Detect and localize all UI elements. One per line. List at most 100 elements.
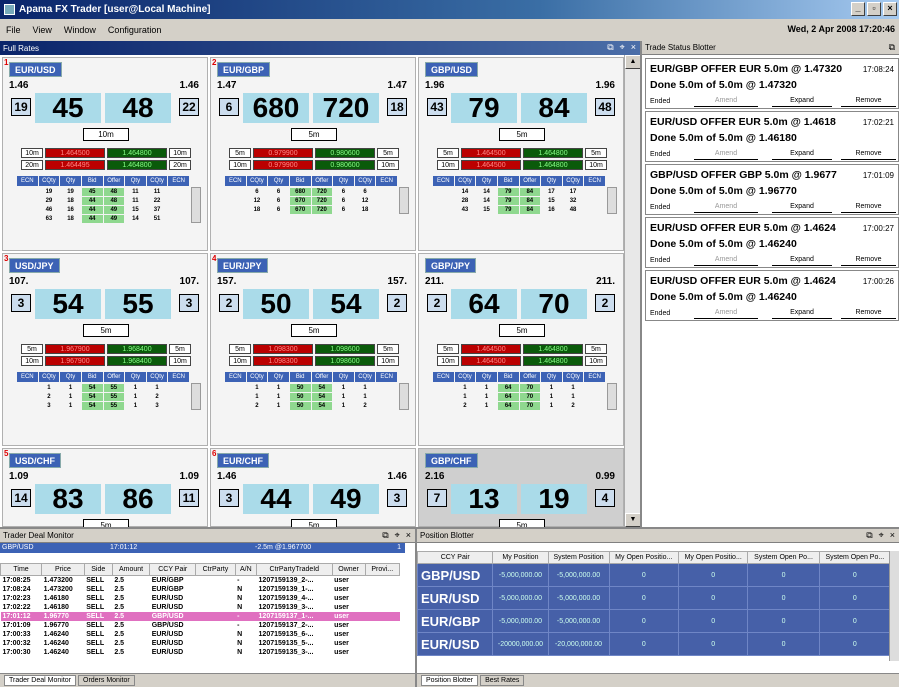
depth-scrollbar[interactable] [607,187,617,214]
amount-input[interactable]: 10m [83,128,129,141]
position-col-header[interactable]: System Open Po... [747,551,820,564]
bid-pip-box[interactable]: 2 [427,294,447,312]
menu-view[interactable]: View [33,25,52,35]
float-icon[interactable]: ⧉ [866,530,872,541]
close-icon[interactable]: × [890,530,895,541]
ask-price-button[interactable]: 55 [105,289,171,319]
ask-price-button[interactable]: 49 [313,484,379,514]
deal-col-header[interactable]: CtrParty [195,563,236,576]
bid-quote[interactable]: 1.098300 [253,356,313,366]
amend-button[interactable]: Amend [694,202,758,213]
remove-button[interactable]: Remove [841,255,896,266]
table-row[interactable]: 17:08:24 1.473200 SELL 2.5 EUR/GBP N 120715913… [1,585,400,594]
depth-row[interactable]: 2 1 50 54 1 2 [225,402,397,410]
table-row[interactable]: 17:01:12 1.96770 SELL 2.5 GBP/USD -1207159137… [0,611,400,621]
deal-col-header[interactable]: Time [0,563,43,576]
tab-position-blotter[interactable]: Position Blotter [421,675,479,686]
quote-size[interactable]: 10m [21,356,43,366]
ask-quote[interactable]: 1.098600 [315,344,375,354]
position-col-header[interactable]: My Position [492,551,549,564]
bid-price-button[interactable]: 83 [35,484,101,514]
bid-pip-box[interactable]: 7 [427,489,447,507]
table-row[interactable]: 17:02:23 1.46180 SELL 2.5 EUR/USD N 1207159139… [1,594,400,603]
amend-button[interactable]: Amend [694,255,758,266]
quote-size[interactable]: 10m [169,356,191,366]
bid-quote[interactable]: 1.967900 [45,356,105,366]
bid-quote[interactable]: 1.464495 [45,160,105,170]
ask-quote[interactable]: 0.980600 [315,148,375,158]
menu-window[interactable]: Window [64,25,96,35]
close-icon[interactable]: × [631,42,636,53]
depth-scrollbar[interactable] [191,187,201,223]
quote-size[interactable]: 5m [21,344,43,354]
bid-quote[interactable]: 1.967900 [45,344,105,354]
tab-orders-monitor[interactable]: Orders Monitor [78,675,135,686]
pin-icon[interactable]: ⌖ [879,530,884,541]
ask-quote[interactable]: 1.464800 [523,356,583,366]
depth-scrollbar[interactable] [399,187,409,214]
position-col-header[interactable]: My Open Positio... [608,551,679,564]
bid-price-button[interactable]: 45 [35,93,101,123]
quote-size[interactable]: 5m [437,148,459,158]
currency-pair-button[interactable]: USD/CHF [9,453,61,468]
quote-size[interactable]: 5m [229,344,251,354]
close-icon[interactable]: × [406,530,411,541]
quote-size[interactable]: 20m [169,160,191,170]
menu-configuration[interactable]: Configuration [108,25,162,35]
bid-quote[interactable]: 1.464500 [461,148,521,158]
deal-summary-row[interactable]: GBP/USD 17:01:12 -2.5m @1.967700 1 [0,543,405,553]
depth-row[interactable]: 29 18 44 48 11 22 [17,197,189,205]
ask-pip-box[interactable]: 3 [179,294,199,312]
depth-row[interactable]: 1 1 64 70 1 1 [433,393,605,401]
quote-size[interactable]: 10m [377,356,399,366]
ask-pip-box[interactable]: 11 [179,489,199,507]
bid-price-button[interactable]: 50 [243,289,309,319]
table-row[interactable]: 17:01:09 1.96770 SELL 2.5 GBP/USD - 1207159137… [1,621,400,630]
quote-size[interactable]: 5m [585,344,607,354]
depth-row[interactable]: 3 1 54 55 1 3 [17,402,189,410]
maximize-button[interactable]: ▫ [867,2,881,16]
depth-row[interactable]: 63 18 44 49 14 51 [17,215,189,223]
currency-pair-button[interactable]: EUR/CHF [217,453,269,468]
ask-quote[interactable]: 1.968400 [107,344,167,354]
ask-pip-box[interactable]: 2 [595,294,615,312]
quote-size[interactable]: 10m [229,160,251,170]
scroll-down-icon[interactable]: ▼ [625,513,641,527]
quote-size[interactable]: 5m [377,148,399,158]
ask-pip-box[interactable]: 2 [387,294,407,312]
bid-price-button[interactable]: 54 [35,289,101,319]
ask-quote[interactable]: 0.980600 [315,160,375,170]
ask-price-button[interactable]: 19 [521,484,587,514]
expand-button[interactable]: Expand [772,308,832,319]
amount-input[interactable]: 5m [83,324,129,337]
deal-col-header[interactable]: CCY Pair [149,563,197,576]
bid-price-button[interactable]: 44 [243,484,309,514]
bid-pip-box[interactable]: 19 [11,98,31,116]
amount-input[interactable]: 5m [499,324,545,337]
quote-size[interactable]: 5m [229,148,251,158]
table-row[interactable]: EUR/GBP -5,000,000.00 -5,000,000.00 0 0 0 0 [416,609,892,633]
currency-pair-button[interactable]: EUR/JPY [217,258,268,273]
ask-pip-box[interactable]: 4 [595,489,615,507]
quote-size[interactable]: 10m [229,356,251,366]
close-button[interactable]: × [883,2,897,16]
bid-price-button[interactable]: 13 [451,484,517,514]
deal-col-header[interactable]: Side [83,563,113,576]
bid-quote[interactable]: 1.098300 [253,344,313,354]
ask-quote[interactable]: 1.464800 [523,344,583,354]
depth-row[interactable]: 12 6 670 720 6 12 [225,197,397,205]
amount-input[interactable]: 5m [499,128,545,141]
expand-button[interactable]: Expand [772,255,832,266]
currency-pair-button[interactable]: GBP/CHF [425,453,478,468]
quote-size[interactable]: 10m [377,160,399,170]
bid-quote[interactable]: 0.979900 [253,160,313,170]
ask-quote[interactable]: 1.464800 [523,148,583,158]
quote-size[interactable]: 5m [585,148,607,158]
depth-row[interactable]: 2 1 64 70 1 2 [433,402,605,410]
table-row[interactable]: 17:08:25 1.473200 SELL 2.5 EUR/GBP - 120715913… [1,576,400,585]
expand-button[interactable]: Expand [772,96,832,107]
expand-button[interactable]: Expand [772,202,832,213]
float-icon[interactable]: ⧉ [889,42,895,53]
ask-price-button[interactable]: 70 [521,289,587,319]
depth-row[interactable]: 18 6 670 720 6 18 [225,206,397,214]
